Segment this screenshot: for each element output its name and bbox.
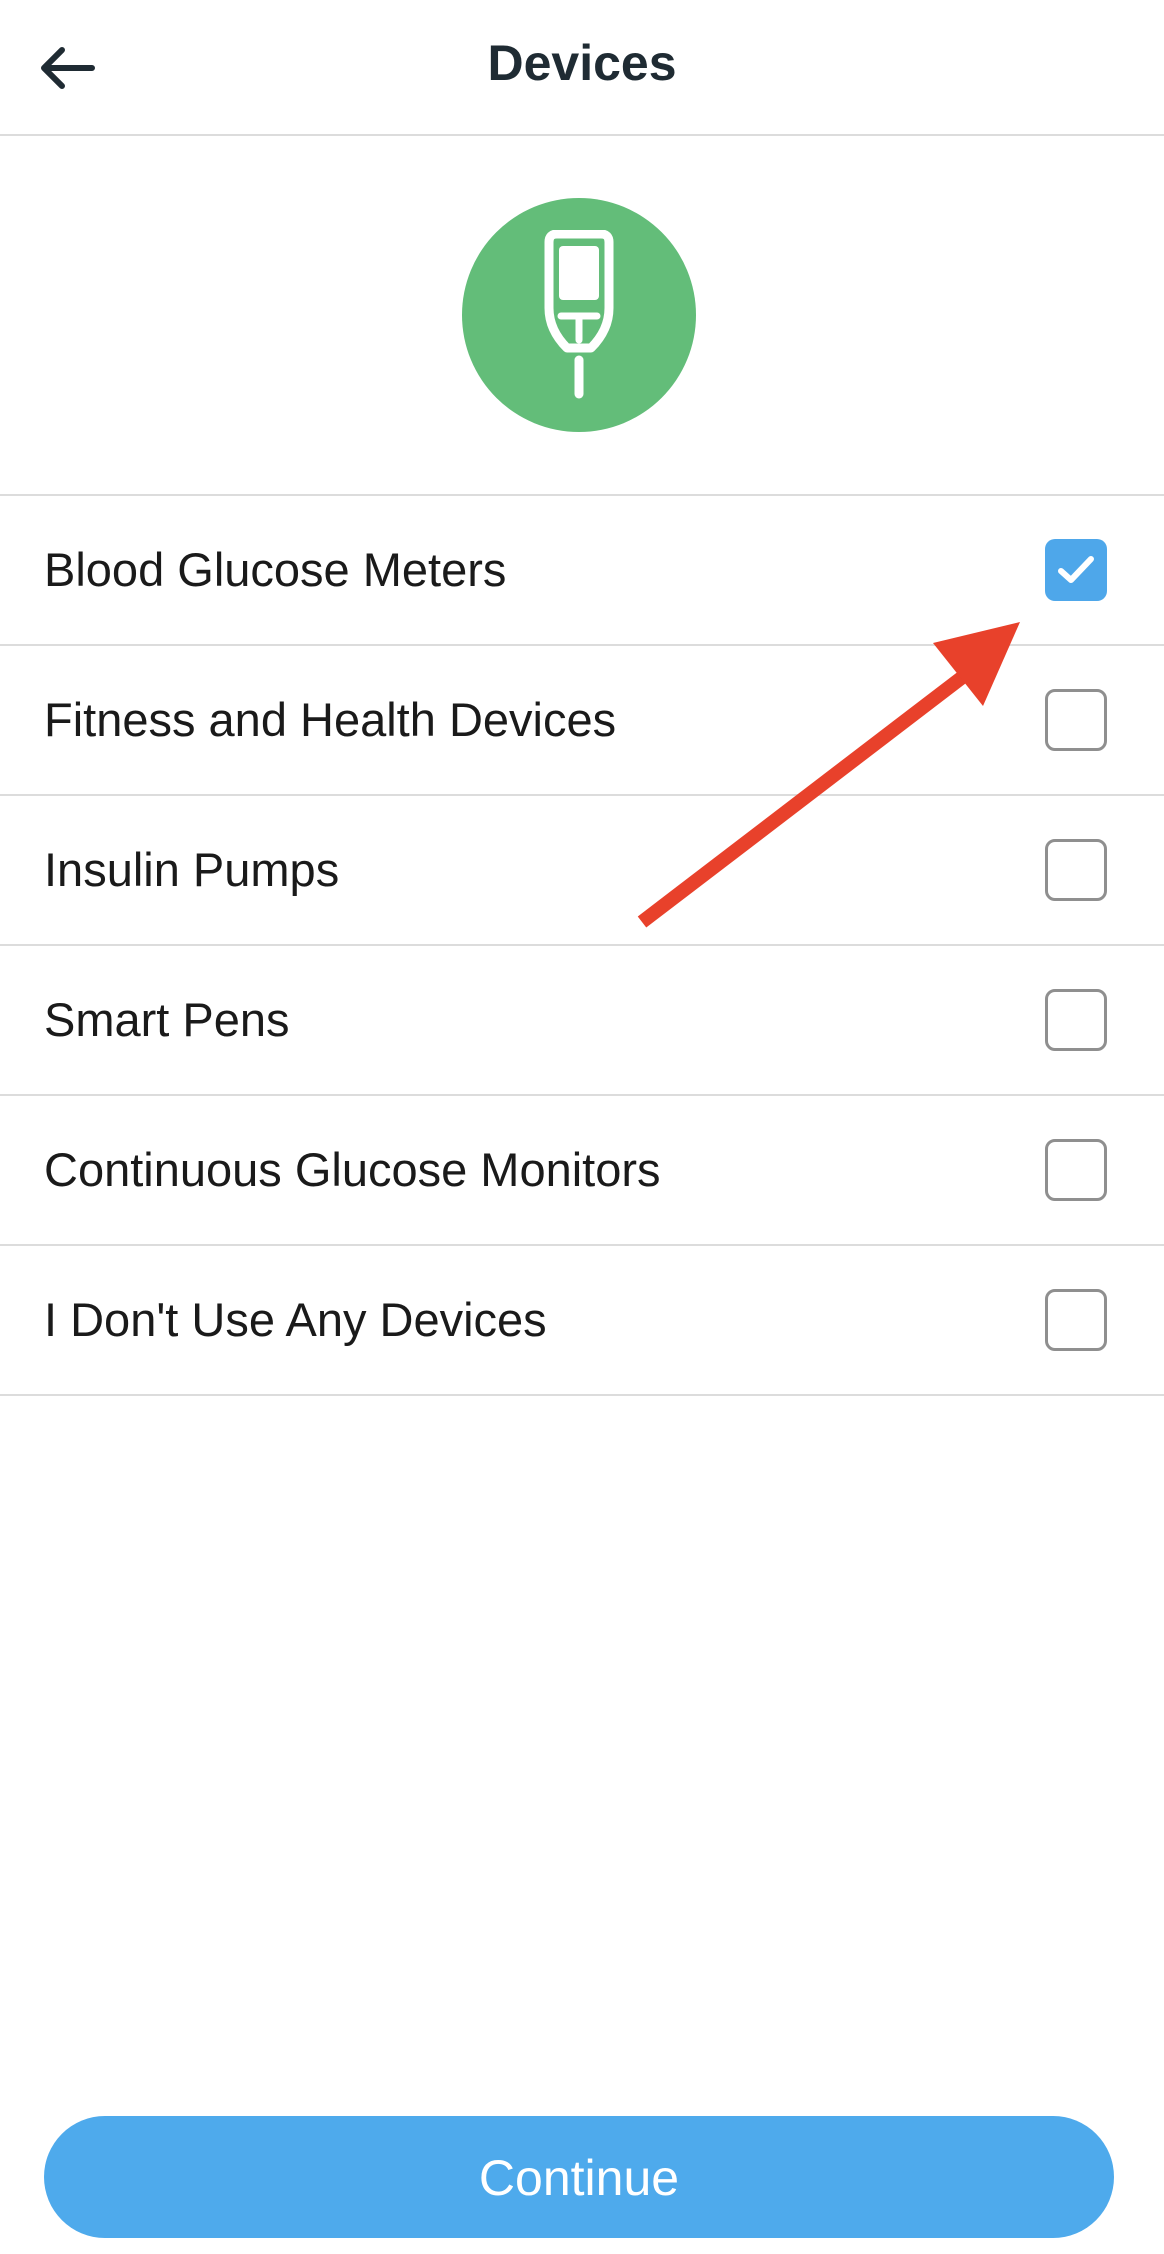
device-label: Insulin Pumps [44,843,340,896]
header: Devices [0,0,1164,136]
device-list: Blood Glucose Meters Fitness and Health … [0,496,1164,1396]
glucose-meter-icon [544,230,614,399]
device-label: I Don't Use Any Devices [44,1293,547,1346]
devices-screen: Devices Blood Glucose Meters Fitness and… [0,0,1164,2254]
device-row-smart-pens[interactable]: Smart Pens [0,946,1164,1096]
checkmark-icon [1058,556,1094,583]
device-label: Smart Pens [44,993,290,1046]
device-label: Blood Glucose Meters [44,543,507,596]
checkbox-unchecked[interactable] [1045,989,1107,1051]
device-label: Fitness and Health Devices [44,693,617,746]
device-row-fitness-health[interactable]: Fitness and Health Devices [0,646,1164,796]
device-label: Continuous Glucose Monitors [44,1143,661,1196]
device-row-cgm[interactable]: Continuous Glucose Monitors [0,1096,1164,1246]
page-title: Devices [487,35,677,91]
device-row-insulin-pumps[interactable]: Insulin Pumps [0,796,1164,946]
checkbox-checked[interactable] [1045,539,1107,601]
hero-section [0,136,1164,496]
hero-icon-circle [462,198,696,432]
continue-button[interactable]: Continue [44,2116,1114,2238]
checkbox-unchecked[interactable] [1045,689,1107,751]
checkbox-unchecked[interactable] [1045,839,1107,901]
device-row-no-devices[interactable]: I Don't Use Any Devices [0,1246,1164,1396]
device-row-blood-glucose-meters[interactable]: Blood Glucose Meters [0,496,1164,646]
checkbox-unchecked[interactable] [1045,1289,1107,1351]
checkbox-unchecked[interactable] [1045,1139,1107,1201]
